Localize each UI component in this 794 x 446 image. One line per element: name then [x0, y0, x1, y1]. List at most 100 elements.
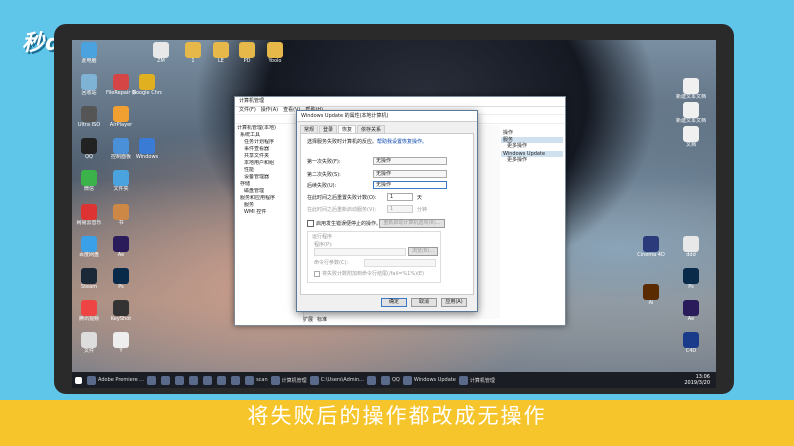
desktop-icon[interactable]: Y: [106, 332, 136, 354]
desktop-icon[interactable]: 文件: [74, 332, 104, 354]
taskbar-item[interactable]: [189, 374, 200, 386]
taskbar-item[interactable]: [231, 374, 242, 386]
cancel-button[interactable]: 取消: [411, 298, 437, 307]
taskbar-item[interactable]: 计算机管理: [270, 374, 307, 386]
tree-item[interactable]: 本地用户和组: [237, 160, 299, 167]
taskbar-app-icon: [309, 375, 319, 385]
desktop-icon[interactable]: ZM: [146, 42, 176, 64]
tree-item[interactable]: WMI 控件: [237, 209, 299, 216]
ok-button[interactable]: 确定: [381, 298, 407, 307]
taskbar-item[interactable]: [217, 374, 228, 386]
desktop-icon[interactable]: Ultra ISO: [74, 106, 104, 128]
first-failure-select[interactable]: 无操作: [373, 157, 447, 165]
tab-general[interactable]: 常规: [300, 125, 319, 133]
desktop-icon-label: 新建文本文档: [676, 94, 706, 100]
taskbar-item[interactable]: [203, 374, 214, 386]
action-more-1[interactable]: 更多操作: [501, 143, 563, 150]
tree-item[interactable]: 系统工具: [237, 132, 299, 139]
desktop-icon[interactable]: Steam: [74, 268, 104, 290]
desktop-icon-label: 文件: [83, 348, 94, 354]
taskbar-item[interactable]: [147, 374, 158, 386]
recovery-help-link[interactable]: 帮助我设置恢复操作。: [377, 139, 427, 145]
tab-recovery[interactable]: 恢复: [338, 125, 357, 133]
desktop-icon[interactable]: 文档: [676, 126, 706, 148]
menu-item[interactable]: 操作(A): [261, 107, 278, 113]
desktop-icon[interactable]: Ai: [636, 284, 666, 306]
menu-item[interactable]: 文件(F): [239, 107, 256, 113]
desktop-icon[interactable]: QQ: [74, 138, 104, 160]
system-clock[interactable]: 13:06 2019/3/20: [684, 374, 710, 386]
taskbar-item[interactable]: QQ: [380, 374, 400, 386]
desktop-icon-label: KeyShot: [110, 316, 132, 322]
tree-item[interactable]: 事件查看器: [237, 146, 299, 153]
action-more-2[interactable]: 更多操作: [501, 157, 563, 164]
desktop-icon[interactable]: 腾讯视频: [74, 300, 104, 322]
mmc-tree: 计算机管理(本地) 系统工具 任务计划程序 事件查看器 共享文件夹 本地用户和组 性能 设备管…: [237, 125, 299, 216]
program-input[interactable]: [314, 248, 406, 256]
desktop-icon[interactable]: 网易云音乐: [74, 204, 104, 226]
taskbar-item[interactable]: [366, 374, 378, 386]
taskbar-item[interactable]: Windows Update: [402, 374, 456, 386]
params-input[interactable]: [364, 259, 436, 267]
subsequent-failure-select[interactable]: 无操作: [373, 181, 447, 189]
desktop-icon[interactable]: 新建文本文档: [676, 78, 706, 100]
desktop-icon[interactable]: 1: [178, 42, 208, 64]
browse-button[interactable]: 浏览(B)...: [408, 247, 438, 256]
tree-item[interactable]: 计算机管理(本地): [237, 125, 299, 132]
desktop-icon[interactable]: 新建文本文档(2): [676, 102, 706, 124]
tree-item[interactable]: 设备管理器: [237, 174, 299, 181]
taskbar-item[interactable]: C:\Users\Admin...: [309, 374, 364, 386]
desktop-icon[interactable]: KeyShot: [106, 300, 136, 322]
reset-count-input[interactable]: 1: [387, 193, 413, 201]
taskbar-item-label: 计算机管理: [469, 377, 495, 384]
desktop-icon[interactable]: Google Chrome: [132, 74, 162, 96]
restart-service-input[interactable]: 1: [387, 205, 413, 213]
desktop-icon[interactable]: Ps: [676, 268, 706, 290]
append-fail-checkbox[interactable]: [314, 270, 320, 277]
taskbar-item[interactable]: Adobe Premiere ...: [87, 374, 144, 386]
taskbar-item[interactable]: [161, 374, 172, 386]
tree-item[interactable]: 存储: [237, 181, 299, 188]
tree-item[interactable]: 服务: [237, 202, 299, 209]
tab-logon[interactable]: 登录: [319, 125, 338, 133]
desktop-icon[interactable]: 文件夹: [106, 170, 136, 192]
desktop-icon[interactable]: Cinema 4D: [636, 236, 666, 258]
second-failure-select[interactable]: 无操作: [373, 170, 447, 178]
desktop-icon[interactable]: Windows: [132, 138, 162, 160]
tab-dependencies[interactable]: 依存关系: [357, 125, 386, 133]
tab-extended[interactable]: 扩展: [303, 316, 313, 323]
taskbar-item[interactable]: 计算机管理: [458, 374, 495, 386]
tab-standard[interactable]: 标准: [317, 316, 327, 323]
desktop-icon[interactable]: AirPlayer: [106, 106, 136, 128]
desktop-icon[interactable]: C4D: [676, 332, 706, 354]
app-icon: [81, 170, 97, 186]
app-icon: [81, 42, 97, 58]
desktop-icon[interactable]: ddd: [676, 236, 706, 258]
desktop-icon[interactable]: 回收站: [74, 74, 104, 96]
apply-button[interactable]: 应用(A): [441, 298, 467, 307]
taskbar-app-icon: [217, 375, 227, 385]
taskbar-app-icon: [270, 375, 280, 385]
enable-actions-checkbox[interactable]: [307, 220, 314, 227]
tree-item[interactable]: 任务计划程序: [237, 139, 299, 146]
desktop-icon[interactable]: Ae: [106, 236, 136, 258]
tree-item[interactable]: 性能: [237, 167, 299, 174]
desktop-icon[interactable]: 微信: [74, 170, 104, 192]
restart-computer-options-button[interactable]: 重新启动计算机选项(R)...: [379, 219, 445, 228]
start-button[interactable]: [75, 374, 84, 386]
mmc-status-tabs: 扩展 标准: [303, 316, 327, 323]
desktop-icon[interactable]: 百度网盘: [74, 236, 104, 258]
desktop-icon[interactable]: Yoolo: [260, 42, 290, 64]
desktop-icon[interactable]: Ps: [106, 268, 136, 290]
params-label: 命令行参数(C):: [314, 260, 349, 266]
tree-item[interactable]: 磁盘管理: [237, 188, 299, 195]
desktop-icon[interactable]: PD: [232, 42, 262, 64]
desktop-icon[interactable]: Ae: [676, 300, 706, 322]
tree-item[interactable]: 服务和应用程序: [237, 195, 299, 202]
app-icon: [113, 300, 129, 316]
desktop-icon[interactable]: 此电脑: [74, 42, 104, 64]
taskbar-item[interactable]: scan: [245, 374, 268, 386]
desktop-icon[interactable]: 书: [106, 204, 136, 226]
taskbar-item[interactable]: [175, 374, 186, 386]
tree-item[interactable]: 共享文件夹: [237, 153, 299, 160]
